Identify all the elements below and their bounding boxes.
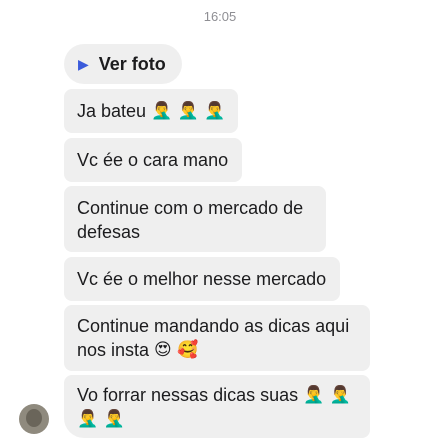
message-bubble: Vc ée o cara mano	[64, 138, 242, 182]
message-text-line: nos insta	[77, 340, 150, 360]
heart-eyes-emoji: 😍 🥰	[154, 340, 199, 360]
message-bubble: Vc ée o melhor nesse mercado	[64, 257, 340, 301]
facepalm-emoji: 🤦‍♂️ 🤦‍♂️ 🤦‍♂️	[151, 101, 226, 121]
message-text: Vc ée o melhor nesse mercado	[77, 269, 327, 289]
view-photo-message[interactable]: ▶ Ver foto	[64, 44, 182, 84]
message-text: Ja bateu	[77, 101, 147, 121]
message-bubble: Continue com o mercado de defesas	[64, 186, 326, 252]
message-bubble: Continue mandando as dicas aqui nos inst…	[64, 305, 370, 371]
avatar-face	[26, 409, 42, 427]
message-text-line: Continue com o mercado de	[77, 198, 304, 218]
message-text-line: Continue mandando as dicas aqui	[77, 316, 350, 336]
message-text-line: defesas	[77, 222, 141, 242]
message-text: Vc ée o cara mano	[77, 150, 229, 170]
sender-avatar[interactable]	[19, 404, 49, 434]
message-text-line: Vo forrar nessas dicas suas	[77, 385, 299, 405]
message-text: Ver foto	[98, 54, 166, 74]
timestamp: 16:05	[203, 9, 237, 24]
play-icon: ▶	[78, 56, 89, 72]
message-bubble: Ja bateu 🤦‍♂️ 🤦‍♂️ 🤦‍♂️	[64, 89, 238, 133]
facepalm-emoji: 🤦‍♂️ 🤦‍♂️	[77, 409, 125, 429]
message-bubble: Vo forrar nessas dicas suas 🤦‍♂️ 🤦‍♂️ 🤦‍…	[64, 375, 370, 438]
facepalm-emoji: 🤦‍♂️ 🤦‍♂️	[303, 385, 351, 405]
